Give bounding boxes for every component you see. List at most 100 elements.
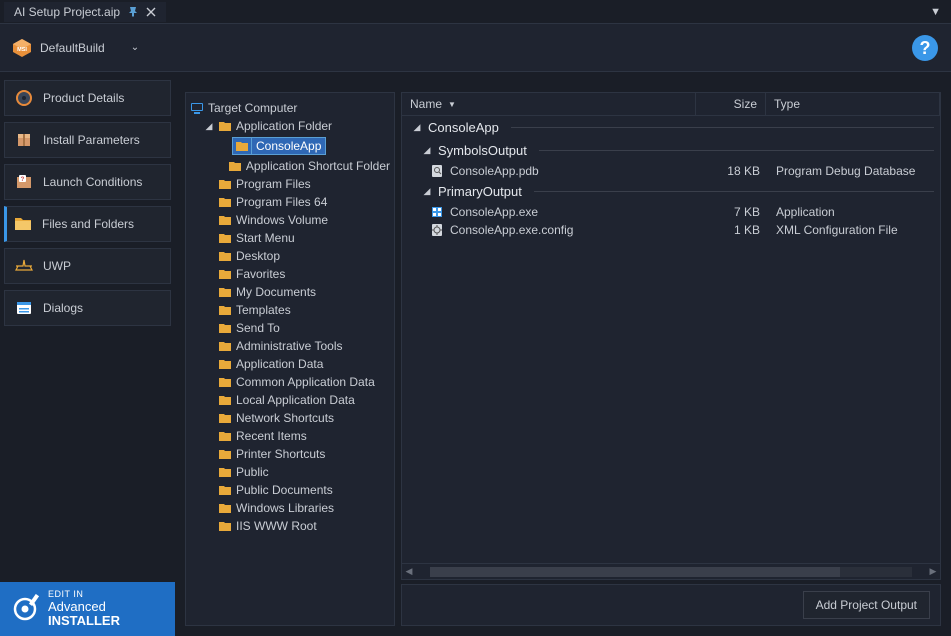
file-list: Name ▼ Size Type ◢ ConsoleApp ◢ SymbolsO… [401,92,941,580]
svg-text:?: ? [920,38,931,58]
tree-app-folder[interactable]: ◢ Application Folder [204,117,390,135]
sidebar: Product Details Install Parameters ? Lau… [0,72,175,636]
tree-folder[interactable]: Public Documents [204,481,390,499]
nav-dialogs[interactable]: Dialogs [4,290,171,326]
file-row[interactable]: ConsoleApp.exe.config 1 KB XML Configura… [402,221,940,239]
folder-icon [218,303,232,317]
tree-folder[interactable]: Favorites [204,265,390,283]
build-dropdown[interactable]: MSI DefaultBuild ⌄ [12,38,139,58]
tree-console-app[interactable]: ConsoleApp [218,135,390,157]
nav-install-parameters[interactable]: Install Parameters [4,122,171,158]
column-headers: Name ▼ Size Type [402,93,940,116]
pin-icon[interactable] [128,7,138,17]
folder-icon [218,195,232,209]
tree-folder[interactable]: Printer Shortcuts [204,445,390,463]
folder-icon [228,159,242,173]
group-primary[interactable]: ◢ PrimaryOutput [402,180,940,203]
svg-text:?: ? [21,177,25,183]
collapse-icon[interactable]: ◢ [412,122,422,133]
group-symbols[interactable]: ◢ SymbolsOutput [402,139,940,162]
folder-icon [218,339,232,353]
tree-label: Network Shortcuts [236,411,334,425]
tree-folder[interactable]: Local Application Data [204,391,390,409]
close-icon[interactable] [146,7,156,17]
tree-folder[interactable]: Windows Libraries [204,499,390,517]
tree-folder[interactable]: Administrative Tools [204,337,390,355]
tree-label: My Documents [236,285,316,299]
folder-icon [218,429,232,443]
nav-files-folders[interactable]: Files and Folders [4,206,171,242]
tree-folder[interactable]: Send To [204,319,390,337]
folder-icon [218,411,232,425]
nav-label: Install Parameters [43,133,140,147]
folder-icon [218,447,232,461]
scroll-right-icon[interactable]: ▶ [926,566,940,577]
tree-folder[interactable]: Network Shortcuts [204,409,390,427]
tree-label: Application Folder [236,119,332,133]
tab-bar: AI Setup Project.aip ▼ [0,0,951,24]
package-icon [15,131,33,149]
tree-shortcut-folder[interactable]: Application Shortcut Folder [204,157,390,175]
dialogs-icon [15,299,33,317]
collapse-icon[interactable]: ◢ [204,121,214,132]
tree-root[interactable]: Target Computer [190,99,390,117]
nav-uwp[interactable]: UWP [4,248,171,284]
folder-icon [218,285,232,299]
tree-folder[interactable]: Windows Volume [204,211,390,229]
collapse-icon[interactable]: ◢ [422,145,432,156]
uwp-icon [15,257,33,275]
folder-icon [218,267,232,281]
tree-label: Send To [236,321,280,335]
build-label: DefaultBuild [40,41,105,55]
col-size[interactable]: Size [696,93,766,115]
action-bar: Add Project Output [401,584,941,626]
tab-menu-chevron-icon[interactable]: ▼ [930,6,941,18]
tree-folder[interactable]: Templates [204,301,390,319]
project-tab[interactable]: AI Setup Project.aip [4,2,166,22]
tree-label: Program Files [236,177,311,191]
nav-product-details[interactable]: Product Details [4,80,171,116]
folder-icon [218,213,232,227]
group-consoleapp[interactable]: ◢ ConsoleApp [402,116,940,139]
tree-folder[interactable]: My Documents [204,283,390,301]
tree-label: Recent Items [236,429,307,443]
col-type[interactable]: Type [766,93,940,115]
tree-folder[interactable]: Program Files [204,175,390,193]
scroll-left-icon[interactable]: ◀ [402,566,416,577]
box-question-icon: ? [15,173,33,191]
nav-label: Product Details [43,91,124,105]
add-project-output-button[interactable]: Add Project Output [803,591,930,619]
tree-folder[interactable]: Desktop [204,247,390,265]
folder-icon [218,119,232,133]
chevron-down-icon: ⌄ [131,42,139,53]
folder-icon [14,215,32,233]
folder-icon [218,483,232,497]
editor-badge[interactable]: EDIT IN Advanced INSTALLER [0,582,175,636]
tree-folder[interactable]: Common Application Data [204,373,390,391]
folder-icon [218,465,232,479]
help-icon[interactable]: ? [911,34,939,62]
tree-label: Printer Shortcuts [236,447,325,461]
msi-icon: MSI [12,38,32,58]
horizontal-scrollbar[interactable]: ◀ ▶ [402,563,940,579]
tree-folder[interactable]: Public [204,463,390,481]
file-row[interactable]: ConsoleApp.pdb 18 KB Program Debug Datab… [402,162,940,180]
file-row[interactable]: ConsoleApp.exe 7 KB Application [402,203,940,221]
tree-folder[interactable]: Recent Items [204,427,390,445]
nav-launch-conditions[interactable]: ? Launch Conditions [4,164,171,200]
tree-label: Start Menu [236,231,295,245]
folder-icon [218,249,232,263]
collapse-icon[interactable]: ◢ [422,186,432,197]
tree-label: Target Computer [208,101,297,115]
tree-label: Templates [236,303,291,317]
right-panel: Name ▼ Size Type ◢ ConsoleApp ◢ SymbolsO… [401,92,941,626]
tree-folder[interactable]: Program Files 64 [204,193,390,211]
col-name[interactable]: Name ▼ [402,93,696,115]
folder-icon [218,177,232,191]
tree-folder[interactable]: Start Menu [204,229,390,247]
tree-folder[interactable]: Application Data [204,355,390,373]
folder-icon [218,393,232,407]
tree-label: Local Application Data [236,393,355,407]
tree-folder[interactable]: IIS WWW Root [204,517,390,535]
tree-label: Windows Libraries [236,501,334,515]
